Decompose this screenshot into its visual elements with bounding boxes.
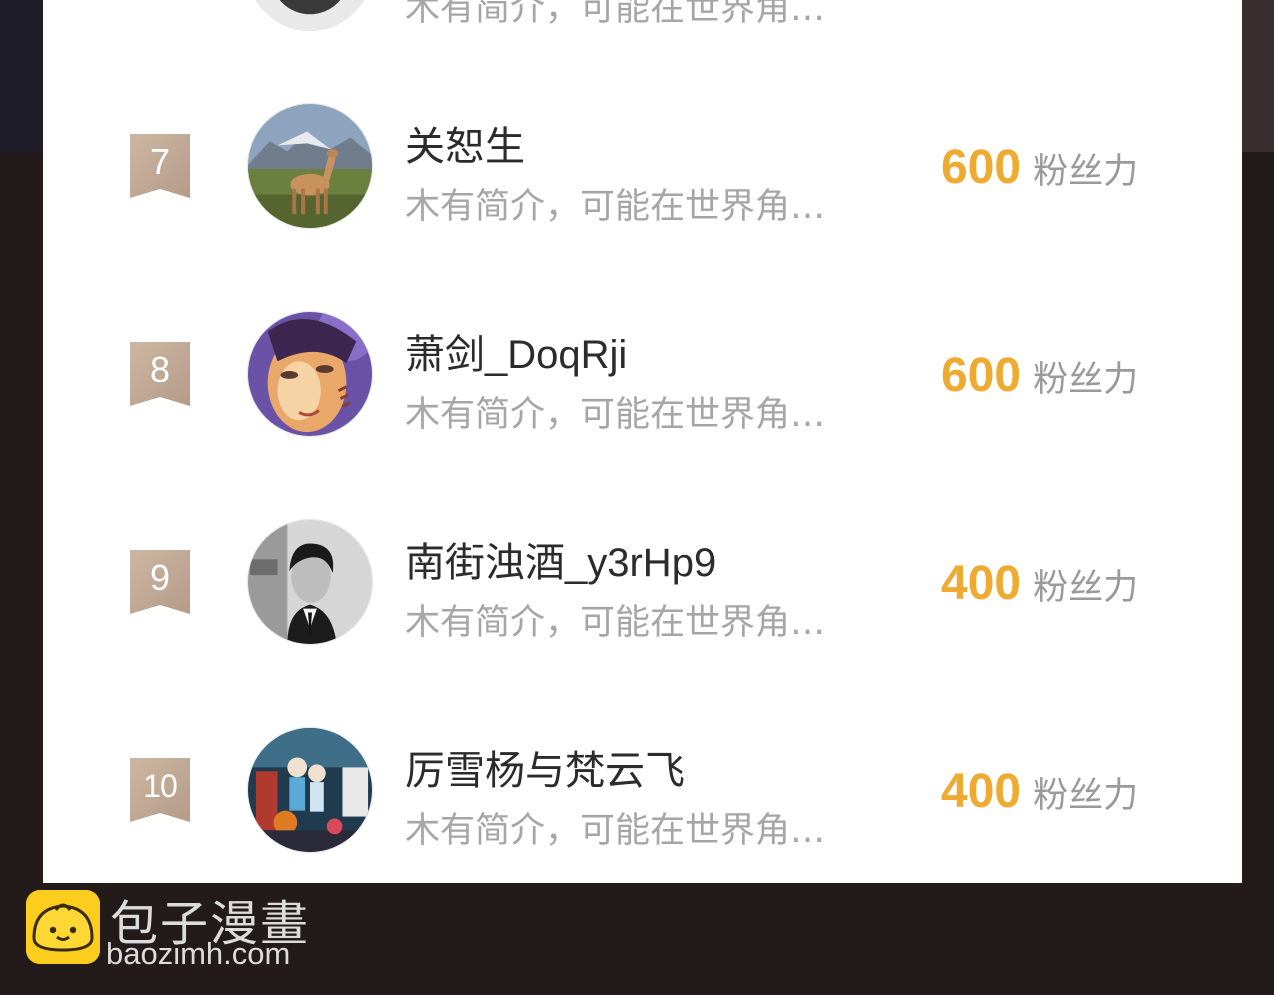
- rank-badge-icon: 8: [130, 342, 190, 406]
- user-name[interactable]: 萧剑_DoqRji: [405, 322, 905, 380]
- fan-power-value: 600: [941, 141, 1022, 194]
- watermark-url: baozimh.com: [106, 936, 291, 971]
- fan-ranking-panel: 木有简介，可能在世界角… 7 关恕生 木有简介，可能在世界角… 600 粉丝力 …: [43, 0, 1242, 883]
- user-avatar[interactable]: [247, 311, 373, 437]
- rank-badge-icon: 10: [130, 758, 190, 822]
- ranking-row[interactable]: 8 萧剑_DoqRji 木有简介，可能在世界角… 600 粉丝力: [43, 294, 1242, 454]
- rank-number: 8: [149, 349, 171, 390]
- user-bio: 木有简介，可能在世界角…: [405, 603, 826, 643]
- bun-logo-icon: [26, 890, 100, 964]
- ranking-row-partial[interactable]: 木有简介，可能在世界角…: [43, 0, 1242, 48]
- fan-power: 600 粉丝力: [941, 140, 1138, 196]
- background-left: [0, 0, 42, 152]
- user-bio: 木有简介，可能在世界角…: [405, 187, 826, 227]
- user-name[interactable]: 厉雪杨与梵云飞: [405, 738, 905, 796]
- ranking-row[interactable]: 10 厉雪杨与梵云飞 木有简介，可能在世界角… 400 粉丝力: [43, 710, 1242, 870]
- user-bio: 木有简介，可能在世界角…: [405, 0, 826, 29]
- user-bio: 木有简介，可能在世界角…: [405, 395, 826, 435]
- ranking-row[interactable]: 9 南街浊酒_y3rHp9 木有简介，可能在世界角… 400 粉丝力: [43, 502, 1242, 662]
- user-name[interactable]: 南街浊酒_y3rHp9: [405, 530, 905, 588]
- user-name[interactable]: 关恕生: [405, 114, 905, 172]
- user-avatar[interactable]: [247, 0, 373, 31]
- fan-power-unit: 粉丝力: [1033, 776, 1139, 816]
- rank-badge-icon: 9: [130, 550, 190, 614]
- fan-power-value: 400: [941, 765, 1022, 818]
- fan-power-unit: 粉丝力: [1033, 360, 1139, 400]
- ranking-row[interactable]: 7 关恕生 木有简介，可能在世界角… 600 粉丝力: [43, 86, 1242, 246]
- rank-number: 9: [149, 557, 171, 598]
- user-bio: 木有简介，可能在世界角…: [405, 811, 826, 851]
- fan-power: 400 粉丝力: [941, 556, 1138, 612]
- fan-power-unit: 粉丝力: [1033, 152, 1139, 192]
- fan-power-value: 600: [941, 349, 1022, 402]
- user-avatar[interactable]: [247, 103, 373, 229]
- background-right: [1242, 0, 1274, 152]
- rank-number: 10: [143, 767, 178, 804]
- rank-number: 7: [149, 141, 171, 182]
- rank-badge-icon: 7: [130, 134, 190, 198]
- user-avatar[interactable]: [247, 727, 373, 853]
- fan-power: 400 粉丝力: [941, 764, 1138, 820]
- fan-power: 600 粉丝力: [941, 348, 1138, 404]
- fan-power-value: 400: [941, 557, 1022, 610]
- fan-power-unit: 粉丝力: [1033, 568, 1139, 608]
- user-avatar[interactable]: [247, 519, 373, 645]
